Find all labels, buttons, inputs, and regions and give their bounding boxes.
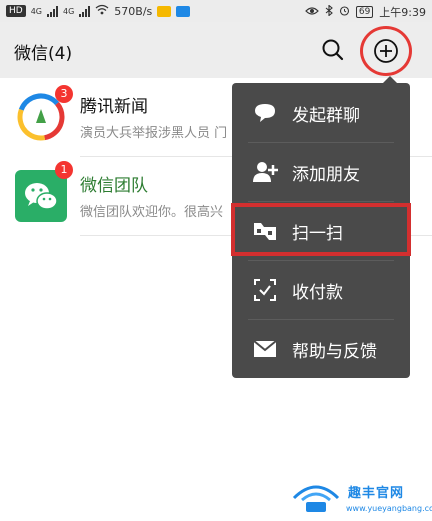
hd-badge: HD <box>6 5 26 17</box>
mail-icon <box>253 340 277 357</box>
page-title: 微信(4) <box>14 44 73 64</box>
blue-app-icon <box>176 5 191 17</box>
network-speed: 570B/s <box>114 4 153 18</box>
status-bar: HD 4G 4G 570B/s 69 上午9:39 <box>0 0 432 22</box>
watermark-logo-icon <box>292 485 340 512</box>
chat-preview: 微信团队欢迎你。很高兴 <box>80 205 224 220</box>
chat-preview: 演员大兵举报涉黑人员 门 <box>80 126 228 141</box>
battery-icon: 69 <box>355 6 374 18</box>
unread-badge: 3 <box>55 85 73 103</box>
unread-badge: 1 <box>55 161 73 179</box>
menu-item-add-friend[interactable]: 添加朋友 <box>232 142 410 201</box>
status-right: 69 上午9:39 <box>304 4 426 20</box>
add-friend-icon <box>253 162 278 182</box>
top-bar: 微信(4) <box>0 22 432 78</box>
watermark: 趣丰官网 www.yueyangbang.com <box>288 480 432 518</box>
bluetooth-icon <box>325 4 333 19</box>
menu-item-label: 添加朋友 <box>292 165 360 185</box>
chat-name: 腾讯新闻 <box>80 97 148 117</box>
taxi-app-icon <box>157 5 172 17</box>
add-menu-button[interactable] <box>373 38 399 64</box>
menu-item-payment[interactable]: 收付款 <box>232 260 410 319</box>
menu-item-label: 收付款 <box>292 283 343 303</box>
payment-icon <box>254 279 276 301</box>
plus-circle-icon <box>374 39 398 63</box>
signal-icon <box>47 5 58 17</box>
chat-bubble-icon <box>255 104 275 122</box>
signal-icon-2 <box>79 5 91 17</box>
clock-time: 上午9:39 <box>379 6 426 19</box>
search-button[interactable] <box>318 35 348 65</box>
scan-highlight-box <box>231 203 411 256</box>
watermark-title: 趣丰官网 <box>348 486 405 501</box>
network-4g-label: 4G <box>30 6 42 16</box>
watermark-url: www.yueyangbang.com <box>346 504 432 513</box>
status-left: HD 4G 4G 570B/s <box>6 4 191 18</box>
chat-name: 微信团队 <box>80 176 148 196</box>
menu-item-help-feedback[interactable]: 帮助与反馈 <box>232 319 410 378</box>
wifi-icon <box>95 4 109 18</box>
menu-item-group-chat[interactable]: 发起群聊 <box>232 83 410 142</box>
network-4g-label-2: 4G <box>63 6 75 16</box>
menu-item-label: 发起群聊 <box>292 106 360 126</box>
eye-icon <box>304 6 319 19</box>
alarm-icon <box>339 5 350 19</box>
search-icon <box>322 39 344 61</box>
menu-item-label: 帮助与反馈 <box>292 342 377 362</box>
